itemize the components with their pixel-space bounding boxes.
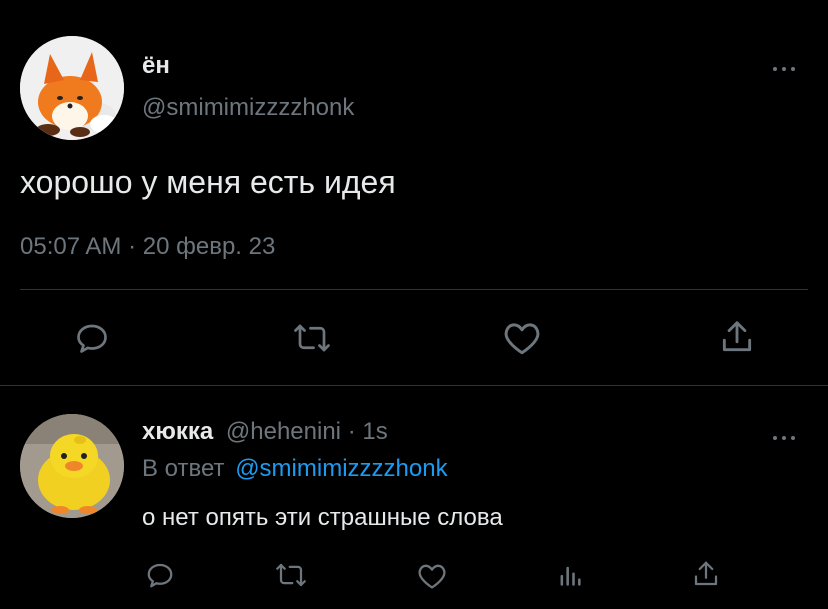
ellipsis-icon[interactable] <box>772 57 796 80</box>
display-name[interactable]: хюкка <box>142 418 213 445</box>
replying-to-label: В ответ <box>142 455 225 482</box>
reply-icon[interactable] <box>145 560 175 590</box>
user-handle[interactable]: @smimimizzzzhonk <box>142 94 354 122</box>
divider <box>0 385 828 386</box>
tweet-timestamp[interactable]: 05:07 AM · 20 февр. 23 <box>20 233 275 261</box>
analytics-icon[interactable] <box>556 560 584 590</box>
fox-plush-image <box>20 36 124 140</box>
share-icon[interactable] <box>718 318 756 356</box>
retweet-icon[interactable] <box>274 560 308 590</box>
reply-header: хюкка @hehenini · 1s <box>142 418 388 446</box>
replying-to: В ответ @smimimizzzzhonk <box>142 455 448 483</box>
separator: · <box>128 233 137 260</box>
tweet-age[interactable]: 1s <box>362 418 387 445</box>
avatar[interactable] <box>20 414 124 518</box>
display-name[interactable]: ён <box>142 52 170 80</box>
tweet-time: 05:07 AM <box>20 233 122 260</box>
like-icon[interactable] <box>502 320 542 356</box>
user-handle[interactable]: @hehenini <box>226 418 341 445</box>
divider <box>20 289 808 290</box>
tweet-text: о нет опять эти страшные слова <box>142 504 503 531</box>
ellipsis-icon[interactable] <box>772 426 796 449</box>
retweet-icon[interactable] <box>292 320 332 356</box>
tweet-text: хорошо у меня есть идея <box>20 164 396 200</box>
separator: · <box>347 418 356 445</box>
reply-icon[interactable] <box>74 320 110 356</box>
tweet-date: 20 февр. 23 <box>142 233 276 260</box>
avatar[interactable] <box>20 36 124 140</box>
replying-to-handle[interactable]: @smimimizzzzhonk <box>235 455 447 482</box>
chick-plush-image <box>20 414 124 518</box>
share-icon[interactable] <box>691 559 721 589</box>
like-icon[interactable] <box>416 562 448 590</box>
